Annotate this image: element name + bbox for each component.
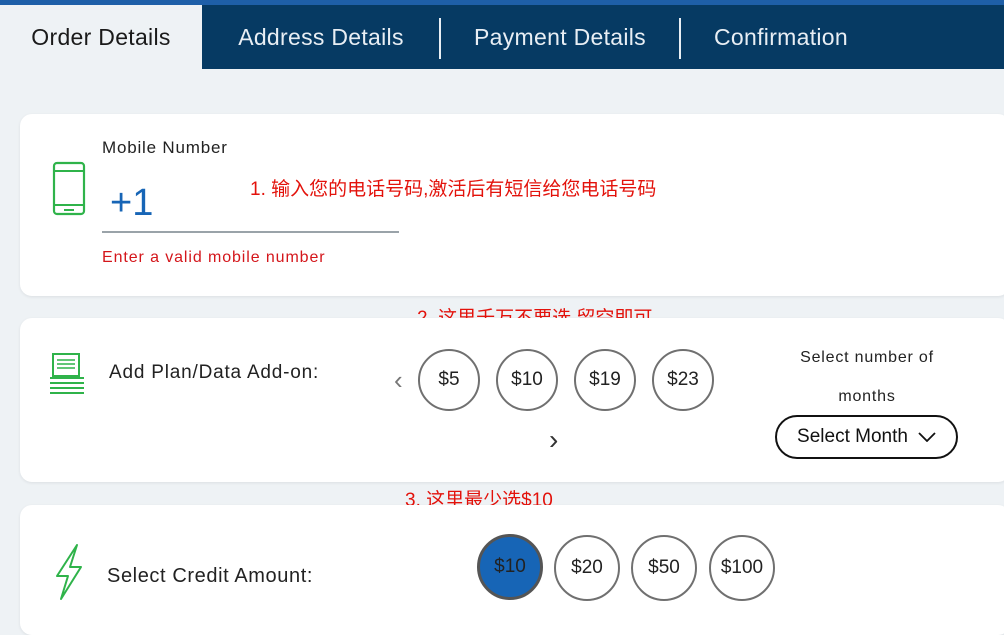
plan-option-button[interactable]: $10 xyxy=(496,349,558,411)
chevron-left-icon[interactable]: ‹ xyxy=(394,367,403,393)
credit-option-button[interactable]: $50 xyxy=(631,535,697,601)
mobile-input-underline xyxy=(102,231,399,233)
plan-option-button[interactable]: $23 xyxy=(652,349,714,411)
credit-option-button-selected[interactable]: $10 xyxy=(477,534,543,600)
plan-addon-card: Add Plan/Data Add-on: ‹ $5 $10 $19 $23 ›… xyxy=(20,318,1004,482)
credit-option-button[interactable]: $100 xyxy=(709,535,775,601)
mobile-number-input[interactable]: +1 xyxy=(110,182,153,225)
step-tab-bar: Order Details Address Details Payment De… xyxy=(0,5,1004,69)
plan-addon-label: Add Plan/Data Add-on: xyxy=(109,362,320,383)
months-label: Select number of xyxy=(800,349,934,366)
select-month-value: Select Month xyxy=(797,426,908,447)
credit-amount-label: Select Credit Amount: xyxy=(107,565,314,587)
plan-option-button[interactable]: $5 xyxy=(418,349,480,411)
phone-icon xyxy=(52,161,86,216)
credit-amount-card: Select Credit Amount: $10 $20 $50 $100 xyxy=(20,505,1004,635)
lightning-icon xyxy=(56,544,82,600)
tab-address-details[interactable]: Address Details xyxy=(202,5,440,69)
chevron-right-icon[interactable]: › xyxy=(549,426,558,454)
annotation-note-1: 1. 输入您的电话号码,激活后有短信给您电话号码 xyxy=(250,179,657,200)
tab-payment-details[interactable]: Payment Details xyxy=(441,5,679,69)
tab-order-details[interactable]: Order Details xyxy=(0,5,202,69)
mobile-error-message: Enter a valid mobile number xyxy=(102,249,326,266)
plan-option-button[interactable]: $19 xyxy=(574,349,636,411)
plan-stack-icon xyxy=(50,353,84,394)
mobile-number-card: Mobile Number +1 Enter a valid mobile nu… xyxy=(20,114,1004,296)
chevron-down-icon xyxy=(918,432,936,442)
credit-option-button[interactable]: $20 xyxy=(554,535,620,601)
months-label: months xyxy=(838,388,896,405)
select-month-dropdown[interactable]: Select Month xyxy=(775,415,958,459)
mobile-number-label: Mobile Number xyxy=(102,138,228,157)
tab-confirmation[interactable]: Confirmation xyxy=(681,5,881,69)
